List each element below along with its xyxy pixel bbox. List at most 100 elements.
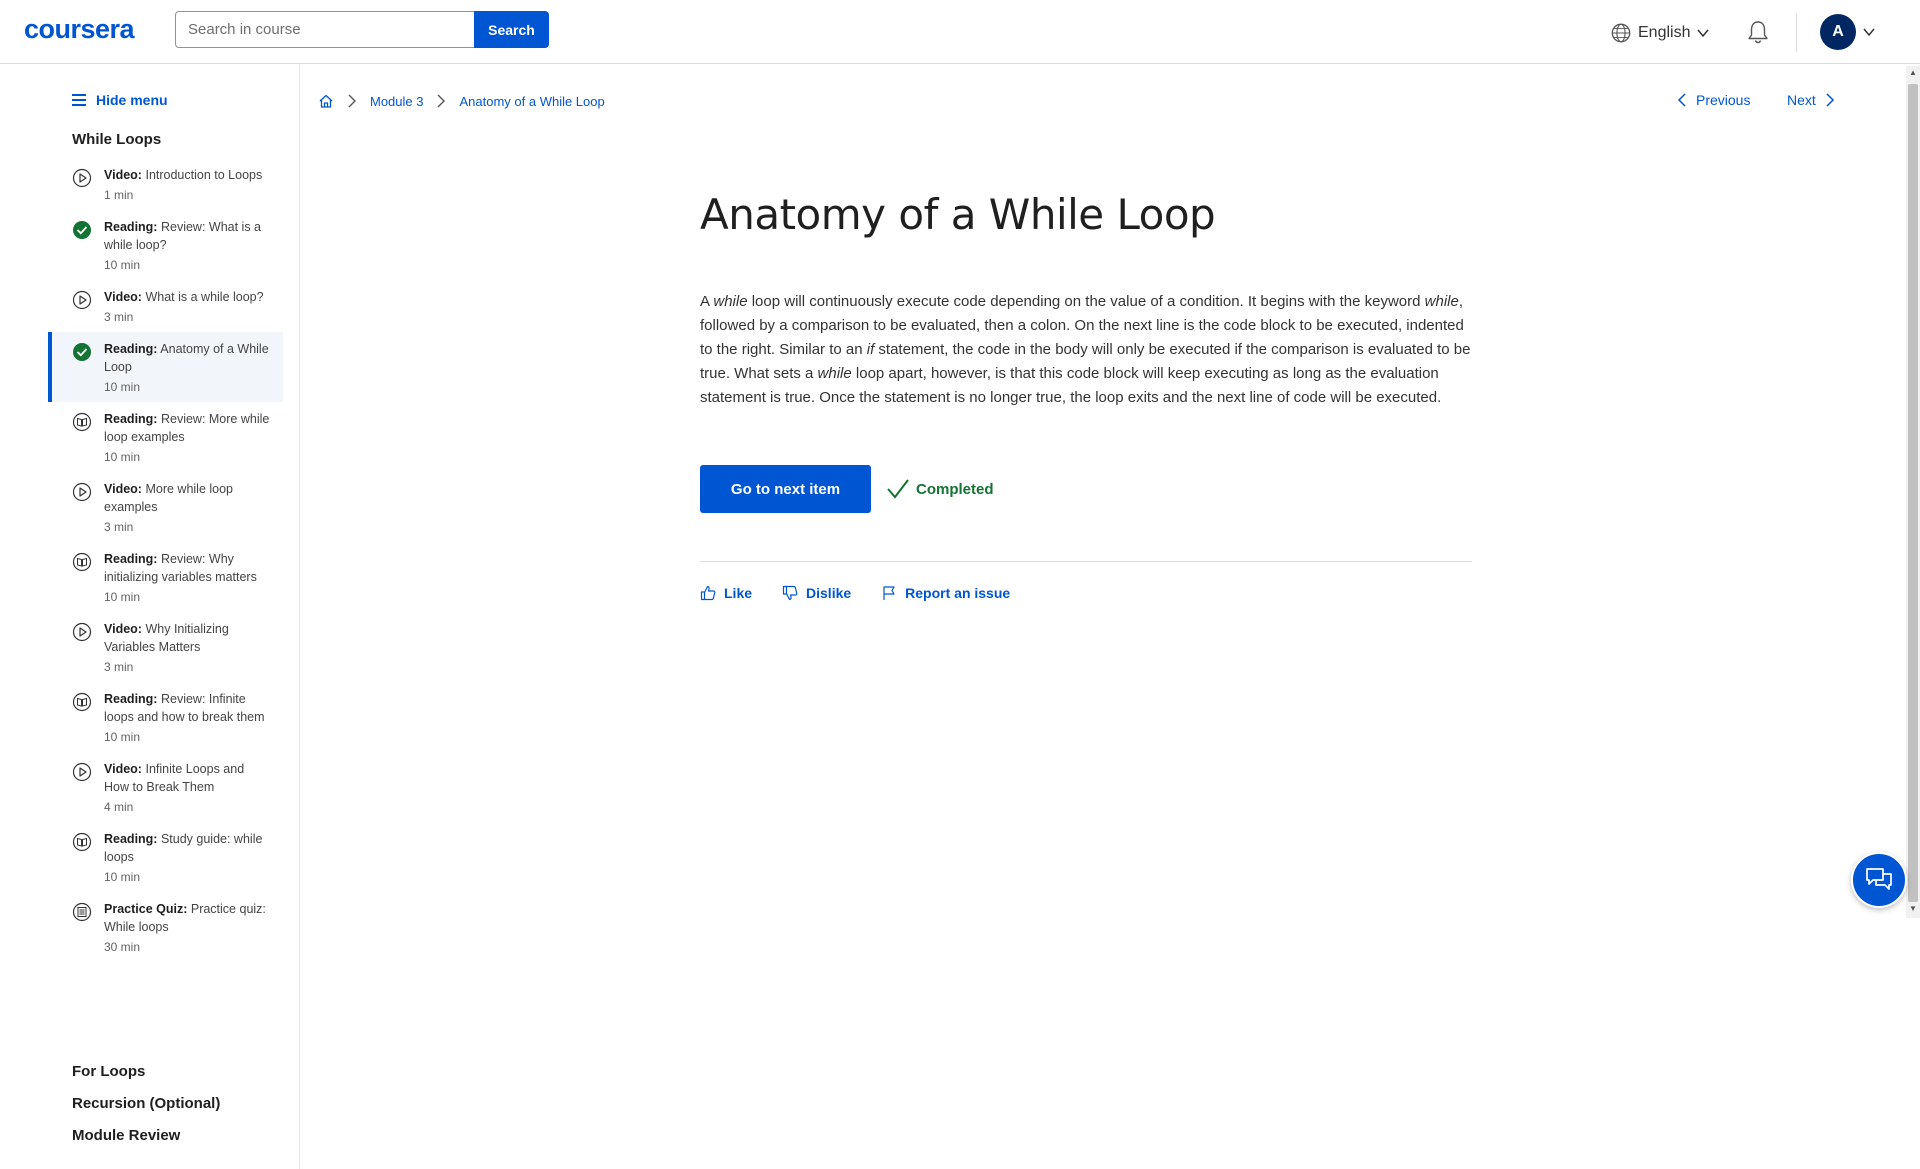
keyword-while: while <box>817 365 852 382</box>
body-text-segment: A <box>700 293 714 310</box>
like-label: Like <box>724 585 753 601</box>
next-button[interactable]: Next <box>1787 92 1836 108</box>
sidebar-item[interactable]: Reading: Study guide: while loops 10 min <box>48 822 283 892</box>
search-button[interactable]: Search <box>474 11 549 48</box>
language-selector[interactable]: English <box>1610 20 1710 46</box>
check-circle-icon <box>72 220 92 240</box>
module-title[interactable]: While Loops <box>72 131 161 148</box>
chevron-right-icon <box>348 94 356 108</box>
sidebar-item-text: Video: Why Initializing Variables Matter… <box>104 620 271 676</box>
book-icon <box>72 552 92 572</box>
sidebar-item-type: Practice Quiz: <box>104 902 188 916</box>
chat-assistant-button[interactable] <box>1851 852 1907 908</box>
sidebar-item-duration: 10 min <box>104 730 141 744</box>
flag-icon <box>883 586 895 600</box>
sidebar-item-text: Reading: Review: What is a while loop? 10… <box>104 218 271 274</box>
sidebar-item-duration: 10 min <box>104 380 141 394</box>
dislike-label: Dislike <box>806 585 852 601</box>
course-sidebar: Hide menu While Loops Video: Introductio… <box>0 64 300 1169</box>
sidebar-item-type: Video: <box>104 168 142 182</box>
coursera-logo[interactable]: coursera <box>24 14 135 45</box>
sidebar-item[interactable]: Video: More while loop examples 3 min <box>48 472 283 542</box>
user-menu[interactable]: A <box>1820 14 1876 50</box>
sidebar-item-text: Reading: Review: Infinite loops and how … <box>104 690 271 746</box>
content-divider <box>700 561 1472 562</box>
sidebar-item-title: Introduction to Loops <box>145 168 263 182</box>
breadcrumb-module[interactable]: Module 3 <box>370 94 423 109</box>
sidebar-item[interactable]: Video: Infinite Loops and How to Break T… <box>48 752 283 822</box>
chevron-down-icon <box>1697 29 1710 38</box>
chat-icon <box>1866 868 1892 890</box>
search-input[interactable] <box>175 11 475 48</box>
notifications-bell-icon[interactable] <box>1744 18 1772 46</box>
scrollbar-thumb[interactable] <box>1908 84 1918 902</box>
hide-menu-label: Hide menu <box>96 92 168 108</box>
play-icon <box>72 622 92 642</box>
sidebar-item[interactable]: Reading: Review: Infinite loops and how … <box>48 682 283 752</box>
feedback-actions: Like Dislike Report an issue <box>700 585 1010 601</box>
sidebar-item-duration: 30 min <box>104 940 141 954</box>
sidebar-item-type: Reading: <box>104 832 158 846</box>
go-to-next-item-button[interactable]: Go to next item <box>700 465 871 513</box>
sidebar-item-type: Reading: <box>104 220 158 234</box>
section-link-module-review[interactable]: Module Review <box>72 1127 180 1144</box>
sidebar-item-text: Video: More while loop examples 3 min <box>104 480 271 536</box>
book-icon <box>72 832 92 852</box>
sidebar-item[interactable]: Practice Quiz: Practice quiz: While loop… <box>48 892 283 962</box>
sidebar-item-type: Video: <box>104 622 142 636</box>
like-button[interactable]: Like <box>700 585 752 601</box>
sidebar-item[interactable]: Reading: Anatomy of a While Loop 10 min <box>48 332 283 402</box>
sidebar-item-text: Video: Infinite Loops and How to Break T… <box>104 760 271 816</box>
sidebar-item-duration: 1 min <box>104 188 134 202</box>
home-icon[interactable] <box>318 93 334 109</box>
completed-status: Completed <box>886 478 994 500</box>
play-icon <box>72 290 92 310</box>
previous-button[interactable]: Previous <box>1676 92 1750 108</box>
report-issue-button[interactable]: Report an issue <box>881 585 1010 601</box>
sidebar-item-list: Video: Introduction to Loops 1 min Reading… <box>48 158 283 962</box>
thumbs-up-icon <box>700 585 716 601</box>
sidebar-item-type: Video: <box>104 482 142 496</box>
sidebar-item-duration: 3 min <box>104 310 134 324</box>
sidebar-item[interactable]: Reading: Review: What is a while loop? 10… <box>48 210 283 280</box>
avatar[interactable]: A <box>1820 14 1856 50</box>
chevron-right-icon <box>437 94 446 108</box>
hamburger-icon <box>72 94 86 106</box>
sidebar-item[interactable]: Reading: Review: More while loop example… <box>48 402 283 472</box>
breadcrumb-current[interactable]: Anatomy of a While Loop <box>459 94 604 109</box>
sidebar-item-type: Video: <box>104 290 142 304</box>
language-label: English <box>1638 24 1691 41</box>
section-link-for-loops[interactable]: For Loops <box>72 1063 145 1080</box>
sidebar-item-title: What is a while loop? <box>145 290 264 304</box>
scroll-up-arrow[interactable]: ▲ <box>1909 68 1917 77</box>
sidebar-item-text: Video: Introduction to Loops 1 min <box>104 166 262 204</box>
hide-menu-button[interactable]: Hide menu <box>72 92 168 108</box>
play-icon <box>72 168 92 188</box>
play-icon <box>72 482 92 502</box>
previous-label: Previous <box>1696 92 1751 108</box>
quiz-icon <box>72 902 92 922</box>
report-issue-label: Report an issue <box>905 585 1011 601</box>
top-header: coursera Search English A <box>0 0 1920 64</box>
sidebar-item-text: Reading: Review: More while loop example… <box>104 410 271 466</box>
sidebar-item-duration: 3 min <box>104 520 134 534</box>
reading-body: A while loop will continuously execute c… <box>700 290 1475 410</box>
section-link-recursion[interactable]: Recursion (Optional) <box>72 1095 220 1112</box>
sidebar-item-duration: 10 min <box>104 870 141 884</box>
sidebar-item[interactable]: Reading: Review: Why initializing variab… <box>48 542 283 612</box>
chevron-down-icon <box>1863 28 1875 37</box>
sidebar-item-text: Reading: Anatomy of a While Loop 10 min <box>104 340 271 396</box>
sidebar-item[interactable]: Video: Why Initializing Variables Matter… <box>48 612 283 682</box>
dislike-button[interactable]: Dislike <box>782 585 851 601</box>
thumbs-down-icon <box>782 585 798 601</box>
checkmark-icon <box>887 479 909 499</box>
next-label: Next <box>1787 92 1816 108</box>
check-circle-icon <box>72 342 92 362</box>
play-icon <box>72 762 92 782</box>
sidebar-item-text: Video: What is a while loop? 3 min <box>104 288 264 326</box>
keyword-while: while <box>1424 293 1459 310</box>
sidebar-item-duration: 3 min <box>104 660 134 674</box>
sidebar-item[interactable]: Video: Introduction to Loops 1 min <box>48 158 283 210</box>
sidebar-item[interactable]: Video: What is a while loop? 3 min <box>48 280 283 332</box>
scroll-down-arrow[interactable]: ▼ <box>1909 904 1917 913</box>
